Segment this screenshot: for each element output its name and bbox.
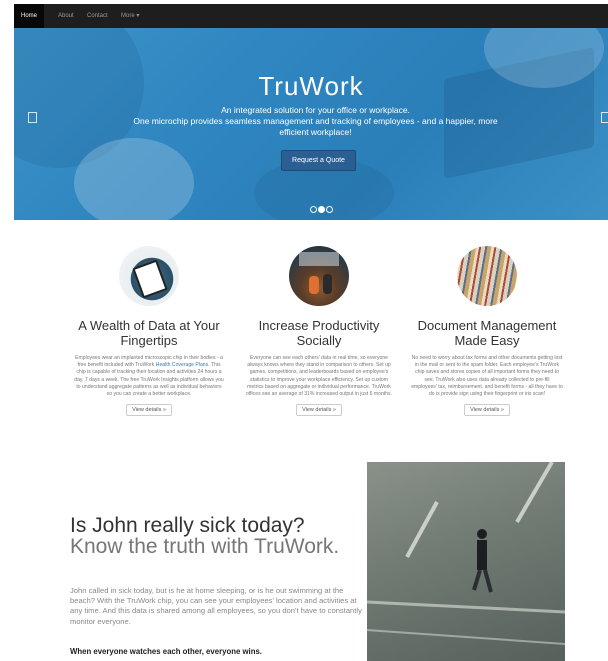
chevron-right-icon[interactable] — [601, 112, 608, 123]
carousel-indicator[interactable] — [310, 206, 317, 213]
navbar: Home About Contact More ▾ — [14, 4, 608, 28]
office-meeting-image — [289, 246, 349, 306]
feature-title: Increase Productivity Socially — [258, 318, 380, 348]
hero-carousel: TruWork An integrated solution for your … — [14, 28, 608, 220]
hero-bg-shape — [74, 138, 194, 220]
nav-contact[interactable]: Contact — [87, 4, 108, 28]
featurette-heading: Is John really sick today? Know the trut… — [70, 515, 350, 557]
featurette-lead: John called in sick today, but is he at … — [70, 586, 362, 626]
nav-home[interactable]: Home — [14, 4, 44, 28]
carousel-indicator-active[interactable] — [318, 206, 325, 213]
view-details-button[interactable]: View details » — [464, 404, 510, 417]
carousel-indicators — [310, 200, 334, 218]
file-folders-image — [457, 246, 517, 306]
nav-more-dropdown[interactable]: More ▾ — [121, 4, 139, 28]
feature-body: Everyone can see each others' data in re… — [245, 355, 393, 398]
feature-body: Employees wear an implanted microscopic … — [73, 355, 225, 398]
tablet-data-image — [119, 246, 179, 306]
carousel-indicator[interactable] — [326, 206, 333, 213]
chevron-left-icon[interactable] — [28, 112, 37, 123]
person-graphic — [309, 276, 319, 294]
tablet-graphic — [132, 259, 168, 299]
hero-subtitle: An integrated solution for your office o… — [118, 105, 513, 138]
feature-title: Document Management Made Easy — [417, 318, 557, 348]
feature-documents: Document Management Made Easy No need to… — [408, 246, 566, 417]
hero-subtitle-line1: An integrated solution for your office o… — [221, 105, 410, 115]
feature-data: A Wealth of Data at Your Fingertips Empl… — [70, 246, 228, 417]
man-walking-street-image — [367, 462, 565, 661]
feature-productivity: Increase Productivity Socially Everyone … — [240, 246, 398, 417]
feature-title: A Wealth of Data at Your Fingertips — [78, 318, 220, 348]
view-details-button[interactable]: View details » — [296, 404, 342, 417]
hero-title: TruWork — [258, 71, 364, 101]
feature-body: No need to worry about tax forms and oth… — [411, 355, 563, 398]
street-photo-graphic — [367, 462, 565, 645]
featurette-heading-muted: Know the truth with TruWork. — [70, 535, 340, 558]
request-quote-button[interactable]: Request a Quote — [281, 150, 356, 171]
window-graphic — [299, 252, 339, 266]
person-graphic — [323, 274, 332, 294]
hero-subtitle-line2: One microchip provides seamless manageme… — [133, 116, 498, 137]
health-coverage-link[interactable]: Health Coverage Plans — [156, 362, 208, 368]
featurette-heading-main: Is John really sick today? — [70, 514, 305, 537]
view-details-button[interactable]: View details » — [126, 404, 172, 417]
featurette-tagline: When everyone watches each other, everyo… — [70, 647, 262, 656]
nav-about[interactable]: About — [58, 4, 74, 28]
